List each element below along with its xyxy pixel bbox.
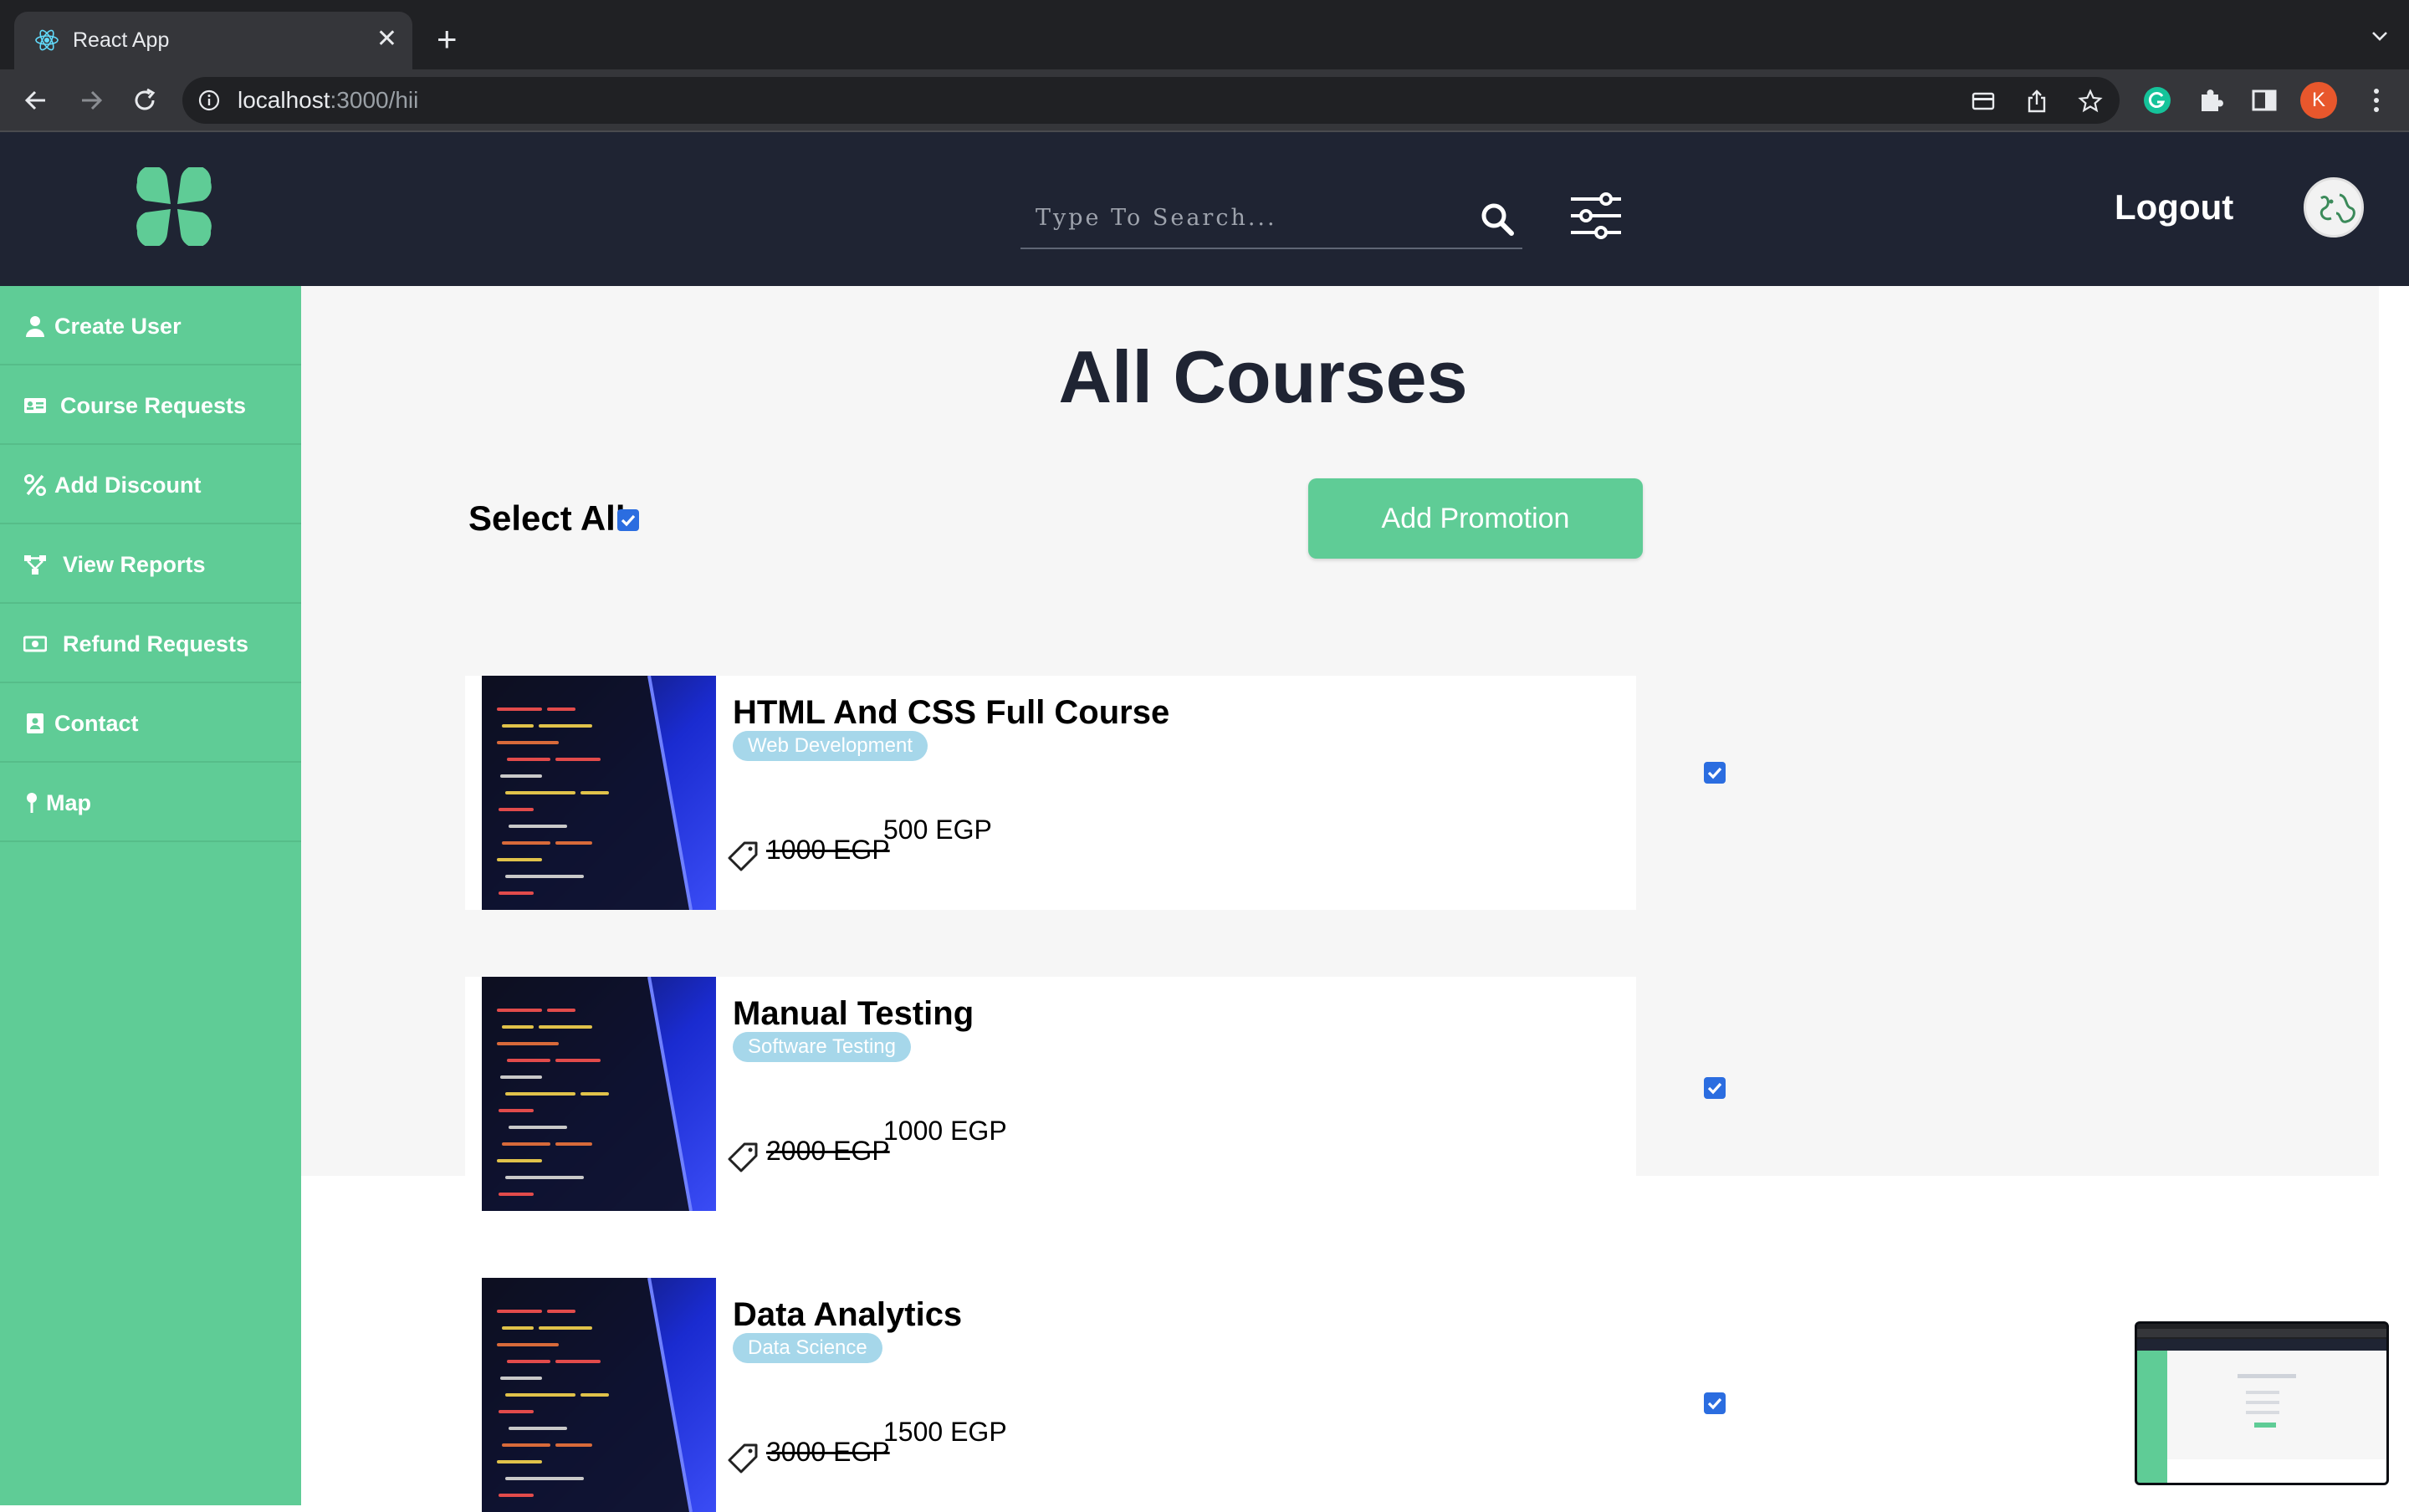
- browser-toolbar: localhost:3000/hii K: [0, 69, 2409, 132]
- add-promotion-button[interactable]: Add Promotion: [1308, 478, 1643, 559]
- sidebar-item-label: Course Requests: [60, 393, 247, 418]
- sidebar-item-course-requests[interactable]: Course Requests: [0, 365, 301, 445]
- address-book-icon: [27, 713, 43, 733]
- price-tag-icon: [728, 1142, 758, 1172]
- menu-dots-icon[interactable]: [2360, 84, 2392, 116]
- price-tag-icon: [728, 841, 758, 871]
- chevron-down-icon[interactable]: [2371, 27, 2389, 45]
- course-checkbox[interactable]: [1703, 761, 1726, 784]
- sidebar-item-label: Contact: [54, 711, 139, 736]
- percent-icon: [24, 474, 46, 496]
- card-icon[interactable]: [1971, 89, 1996, 114]
- tab-close-icon[interactable]: ✕: [376, 25, 397, 54]
- share-icon[interactable]: [2024, 89, 2049, 114]
- category-badge: Data Science: [733, 1333, 882, 1363]
- old-price: 3000 EGP: [766, 1437, 890, 1467]
- sitemap-icon: [24, 555, 46, 575]
- sidebar-panel-icon[interactable]: [2248, 84, 2280, 116]
- url-host: localhost: [238, 87, 330, 113]
- code-screen-image-icon: [482, 676, 716, 910]
- sidebar-item-map[interactable]: Map: [0, 763, 301, 842]
- course-checkbox[interactable]: [1703, 1392, 1726, 1415]
- course-checkbox[interactable]: [1703, 1076, 1726, 1100]
- course-card[interactable]: HTML And CSS Full Course Web Development…: [465, 676, 1636, 910]
- money-bill-icon: [23, 636, 47, 652]
- app-header: Logout: [0, 132, 2409, 286]
- old-price: 2000 EGP: [766, 1136, 890, 1166]
- reload-icon[interactable]: [129, 84, 161, 116]
- new-price: 1000 EGP: [883, 1116, 1007, 1146]
- browser-profile-avatar[interactable]: K: [2300, 82, 2337, 119]
- search-icon[interactable]: [1479, 201, 1516, 238]
- course-card[interactable]: Manual Testing Software Testing 2000 EGP…: [465, 977, 1636, 1211]
- select-all-checkbox[interactable]: [616, 508, 640, 532]
- profile-avatar-icon: [2319, 193, 2355, 223]
- browser-tab-bar: React App ✕ +: [0, 0, 2409, 69]
- url-path: :3000/hii: [330, 87, 419, 113]
- search-input[interactable]: [1036, 199, 1454, 236]
- user-icon: [26, 316, 44, 337]
- sidebar-item-label: Create User: [54, 314, 182, 339]
- course-title[interactable]: Data Analytics: [733, 1295, 962, 1335]
- react-icon: [35, 29, 59, 51]
- new-price: 500 EGP: [883, 815, 992, 845]
- sidebar-item-create-user[interactable]: Create User: [0, 286, 301, 365]
- old-price: 1000 EGP: [766, 835, 890, 865]
- logo-icon[interactable]: [134, 167, 214, 246]
- screenshot-preview-image-icon: [2137, 1324, 2386, 1483]
- course-thumbnail: [482, 1278, 716, 1512]
- star-icon[interactable]: [2078, 89, 2103, 114]
- code-screen-image-icon: [482, 1278, 716, 1512]
- code-screen-image-icon: [482, 977, 716, 1211]
- course-card[interactable]: Data Analytics Data Science 3000 EGP 150…: [465, 1278, 1636, 1512]
- search-bar: [1020, 189, 1522, 249]
- course-title[interactable]: Manual Testing: [733, 994, 974, 1034]
- info-icon[interactable]: [197, 89, 221, 112]
- course-thumbnail: [482, 977, 716, 1211]
- puzzle-icon[interactable]: [2195, 84, 2227, 116]
- category-badge: Software Testing: [733, 1032, 911, 1062]
- sidebar-item-add-discount[interactable]: Add Discount: [0, 445, 301, 524]
- course-title[interactable]: HTML And CSS Full Course: [733, 692, 1169, 733]
- course-thumbnail: [482, 676, 716, 910]
- screenshot-preview-thumbnail[interactable]: [2135, 1321, 2389, 1485]
- sidebar-item-label: Add Discount: [54, 472, 202, 498]
- price-tag-icon: [728, 1443, 758, 1474]
- avatar[interactable]: [2304, 177, 2364, 238]
- id-card-icon: [24, 398, 46, 413]
- map-pin-icon: [27, 793, 37, 813]
- new-price: 1500 EGP: [883, 1417, 1007, 1447]
- sidebar-item-label: View Reports: [63, 552, 206, 577]
- forward-icon[interactable]: [75, 84, 107, 116]
- sidebar-item-refund-requests[interactable]: Refund Requests: [0, 604, 301, 683]
- sidebar-item-view-reports[interactable]: View Reports: [0, 524, 301, 604]
- sidebar: Create User Course Requests Add Discount…: [0, 286, 301, 1505]
- page-title: All Courses: [1058, 335, 1468, 418]
- filter-sliders-icon[interactable]: [1568, 189, 1624, 243]
- url-text[interactable]: localhost:3000/hii: [238, 87, 418, 114]
- address-bar[interactable]: localhost:3000/hii: [182, 77, 2120, 124]
- sidebar-item-label: Refund Requests: [63, 631, 249, 656]
- back-icon[interactable]: [20, 84, 52, 116]
- logout-button[interactable]: Logout: [2115, 186, 2233, 229]
- grammarly-icon[interactable]: [2141, 84, 2173, 116]
- browser-tab[interactable]: React App ✕: [14, 12, 412, 69]
- sidebar-item-contact[interactable]: Contact: [0, 683, 301, 763]
- sidebar-item-label: Map: [46, 790, 91, 815]
- new-tab-icon[interactable]: +: [437, 22, 458, 57]
- tab-title: React App: [73, 28, 170, 52]
- select-all-label: Select All: [468, 498, 626, 538]
- category-badge: Web Development: [733, 731, 928, 761]
